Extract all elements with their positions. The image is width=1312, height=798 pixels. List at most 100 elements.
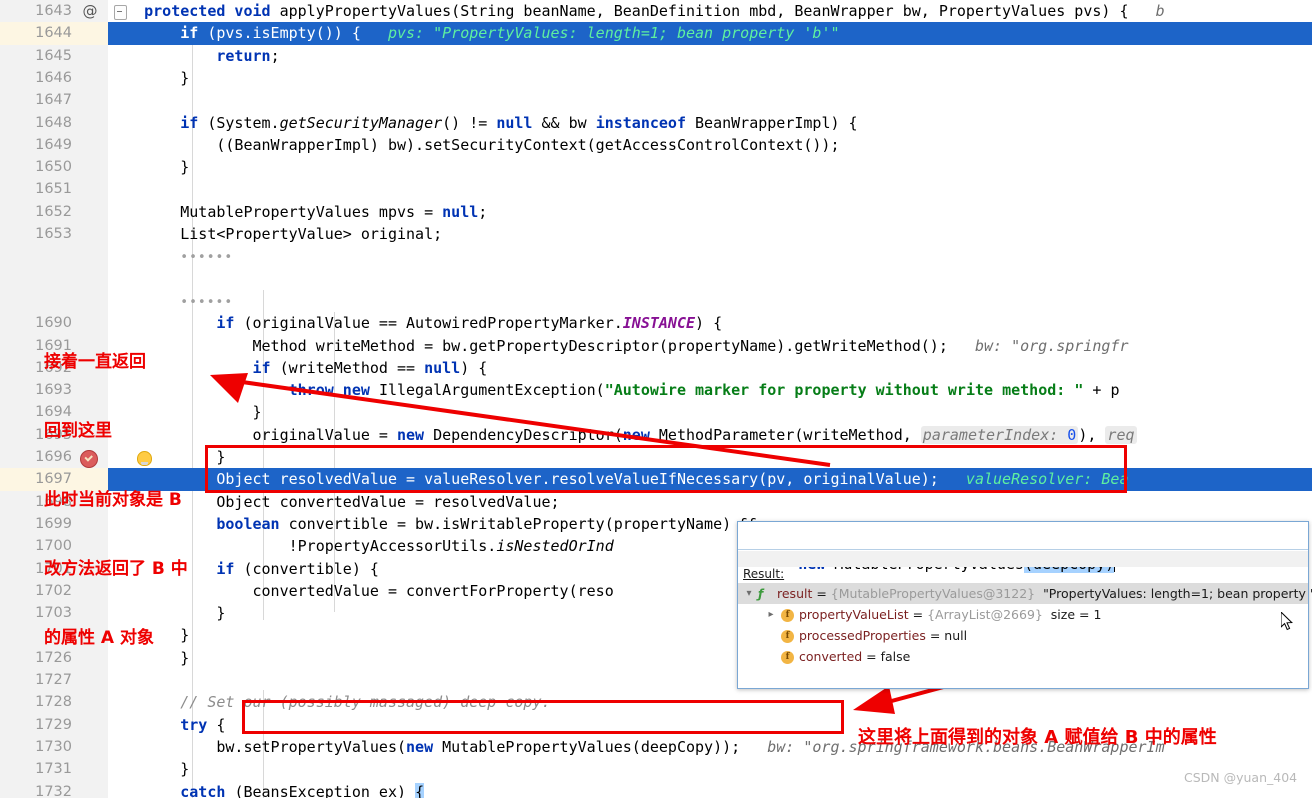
line-number: 1644: [35, 25, 72, 42]
result-row-equals: =: [862, 649, 881, 664]
field-icon: f: [781, 629, 794, 643]
result-row-ref: {MutablePropertyValues@3122}: [830, 586, 1044, 601]
line-number: 1651: [35, 181, 72, 198]
line-number: 1647: [35, 92, 72, 109]
line-number: 1648: [35, 114, 72, 131]
mouse-cursor-icon: [1281, 612, 1293, 631]
popup-separator: [738, 551, 1308, 567]
code-token-kw: new: [406, 737, 443, 756]
code-line[interactable]: catch (BeansException ex) {: [108, 781, 425, 798]
code-token: (originalValue == AutowiredPropertyMarke…: [243, 314, 623, 333]
code-token-kw: null: [424, 358, 461, 377]
code-token-ital: isNestedOrInd: [496, 537, 614, 556]
code-line[interactable]: originalValue = new DependencyDescriptor…: [108, 424, 1137, 446]
code-line[interactable]: protected void applyPropertyValues(Strin…: [108, 0, 1165, 22]
result-tree[interactable]: ▾ ƒ result = {MutablePropertyValues@3122} …: [738, 583, 1312, 688]
code-token-kw: null: [496, 113, 533, 132]
code-line[interactable]: boolean convertible = bw.isWritablePrope…: [108, 513, 758, 535]
line-number: 1645: [35, 47, 72, 64]
code-token-kw: catch: [180, 782, 235, 798]
chevron-down-icon[interactable]: ▾: [744, 589, 754, 599]
code-token: ((BeanWrapperImpl) bw).setSecurityContex…: [108, 135, 840, 154]
result-tree-row[interactable]: f processedProperties = null: [738, 625, 1308, 646]
code-token-fold: ••••••: [180, 250, 234, 266]
code-token-field: INSTANCE: [622, 314, 696, 333]
inline-param-hint: req: [1105, 425, 1137, 444]
code-line[interactable]: }: [108, 156, 189, 178]
result-row-value: "PropertyValues: length=1; bean property…: [1043, 586, 1312, 601]
result-row-text: processedProperties = null: [799, 625, 967, 646]
code-token-kw: boolean: [216, 514, 289, 533]
code-token: (BeansException ex): [234, 782, 416, 798]
code-token: (writeMethod ==: [279, 358, 425, 377]
line-number: 1653: [35, 226, 72, 242]
code-line[interactable]: ••••••: [108, 245, 233, 267]
result-row-equals: =: [925, 628, 945, 643]
result-tree-row[interactable]: f converted = false: [738, 646, 1308, 667]
code-line[interactable]: Method writeMethod = bw.getPropertyDescr…: [108, 335, 1129, 357]
code-token-kw: instanceof: [595, 113, 686, 132]
code-token: MethodParameter(writeMethod,: [658, 425, 921, 444]
code-token: Method writeMethod = bw.getPropertyDescr…: [108, 336, 948, 355]
result-tree-row[interactable]: ▸ f propertyValueList = {ArrayList@2669} s…: [738, 604, 1308, 625]
bottom-annotation-note: 这里将上面得到的对象 A 赋值给 B 中的属性: [858, 727, 1217, 748]
code-token-hintw: "PropertyValues: length=1; bean property…: [433, 24, 840, 43]
code-token: }: [108, 158, 190, 177]
code-token-str: "Autowire marker for property without wr…: [604, 381, 1084, 400]
code-line[interactable]: if (pvs.isEmpty()) { pvs: "PropertyValue…: [108, 22, 840, 44]
result-tree-row[interactable]: ▾ ƒ result = {MutablePropertyValues@3122} …: [738, 583, 1312, 604]
code-token: IllegalArgumentException(: [378, 381, 605, 400]
field-icon: f: [781, 650, 794, 664]
code-token-kw: new: [396, 425, 434, 444]
code-token-kw: protected void: [144, 2, 280, 20]
code-line[interactable]: Object resolvedValue = valueResolver.res…: [108, 468, 1128, 490]
line-number: 1650: [35, 159, 72, 176]
field-icon: f: [781, 608, 794, 622]
code-token-kw: if: [216, 314, 244, 333]
line-number: 1731: [35, 761, 72, 778]
chevron-right-icon[interactable]: ▸: [766, 610, 776, 620]
code-line[interactable]: if (System.getSecurityManager() != null …: [108, 112, 858, 134]
expression-input[interactable]: new MutablePropertyValues(deepCopy): [738, 522, 1308, 573]
inline-param-hint: parameterIndex: 0: [920, 425, 1079, 444]
code-line[interactable]: }: [108, 758, 189, 780]
code-token-hintw: pvs:: [360, 24, 434, 43]
code-token-kw: return: [216, 46, 271, 65]
code-token-stat: b: [1128, 2, 1165, 20]
code-token-sel: {: [415, 782, 425, 798]
code-token: bw.setPropertyValues(: [108, 737, 407, 756]
result-row-ref: {ArrayList@2669}: [927, 607, 1051, 622]
code-token: List<PropertyValue> original;: [108, 225, 443, 243]
result-row-value: false: [880, 649, 911, 664]
line-number: 1643: [35, 3, 72, 19]
result-row-text: propertyValueList = {ArrayList@2669} siz…: [799, 604, 1101, 625]
code-line[interactable]: }: [108, 67, 189, 89]
code-token-stat: bw: "org.springfr: [947, 336, 1129, 355]
result-row-name: propertyValueList: [799, 607, 909, 622]
code-token: BeanWrapperImpl) {: [686, 113, 858, 132]
code-token: () !=: [442, 113, 497, 132]
code-line[interactable]: throw new IllegalArgumentException("Auto…: [108, 379, 1120, 401]
evaluate-expression-popup[interactable]: new MutablePropertyValues(deepCopy) Resu…: [737, 521, 1312, 689]
code-token: (convertible) {: [243, 559, 379, 578]
code-line[interactable]: ((BeanWrapperImpl) bw).setSecurityContex…: [108, 134, 840, 156]
eval-result-icon: ƒ: [758, 587, 764, 601]
fold-collapse-icon[interactable]: [114, 5, 127, 20]
code-line[interactable]: List<PropertyValue> original;: [108, 223, 442, 245]
code-token-kw: new: [622, 425, 659, 444]
code-token: DependencyDescriptor(: [433, 425, 623, 444]
code-line[interactable]: return;: [108, 45, 279, 67]
result-label-text: Result:: [743, 567, 785, 581]
code-line[interactable]: if (originalValue == AutowiredPropertyMa…: [108, 312, 722, 334]
code-line[interactable]: MutablePropertyValues mpvs = null;: [108, 201, 487, 223]
code-line[interactable]: try {: [108, 714, 225, 736]
left-annotation-note: 接着一直返回 回到这里 此时当前对象是 B 改方法返回了 B 中 的属性 A 对…: [44, 305, 188, 696]
code-token-kw: try: [180, 715, 217, 734]
result-row-equals: =: [812, 586, 831, 601]
